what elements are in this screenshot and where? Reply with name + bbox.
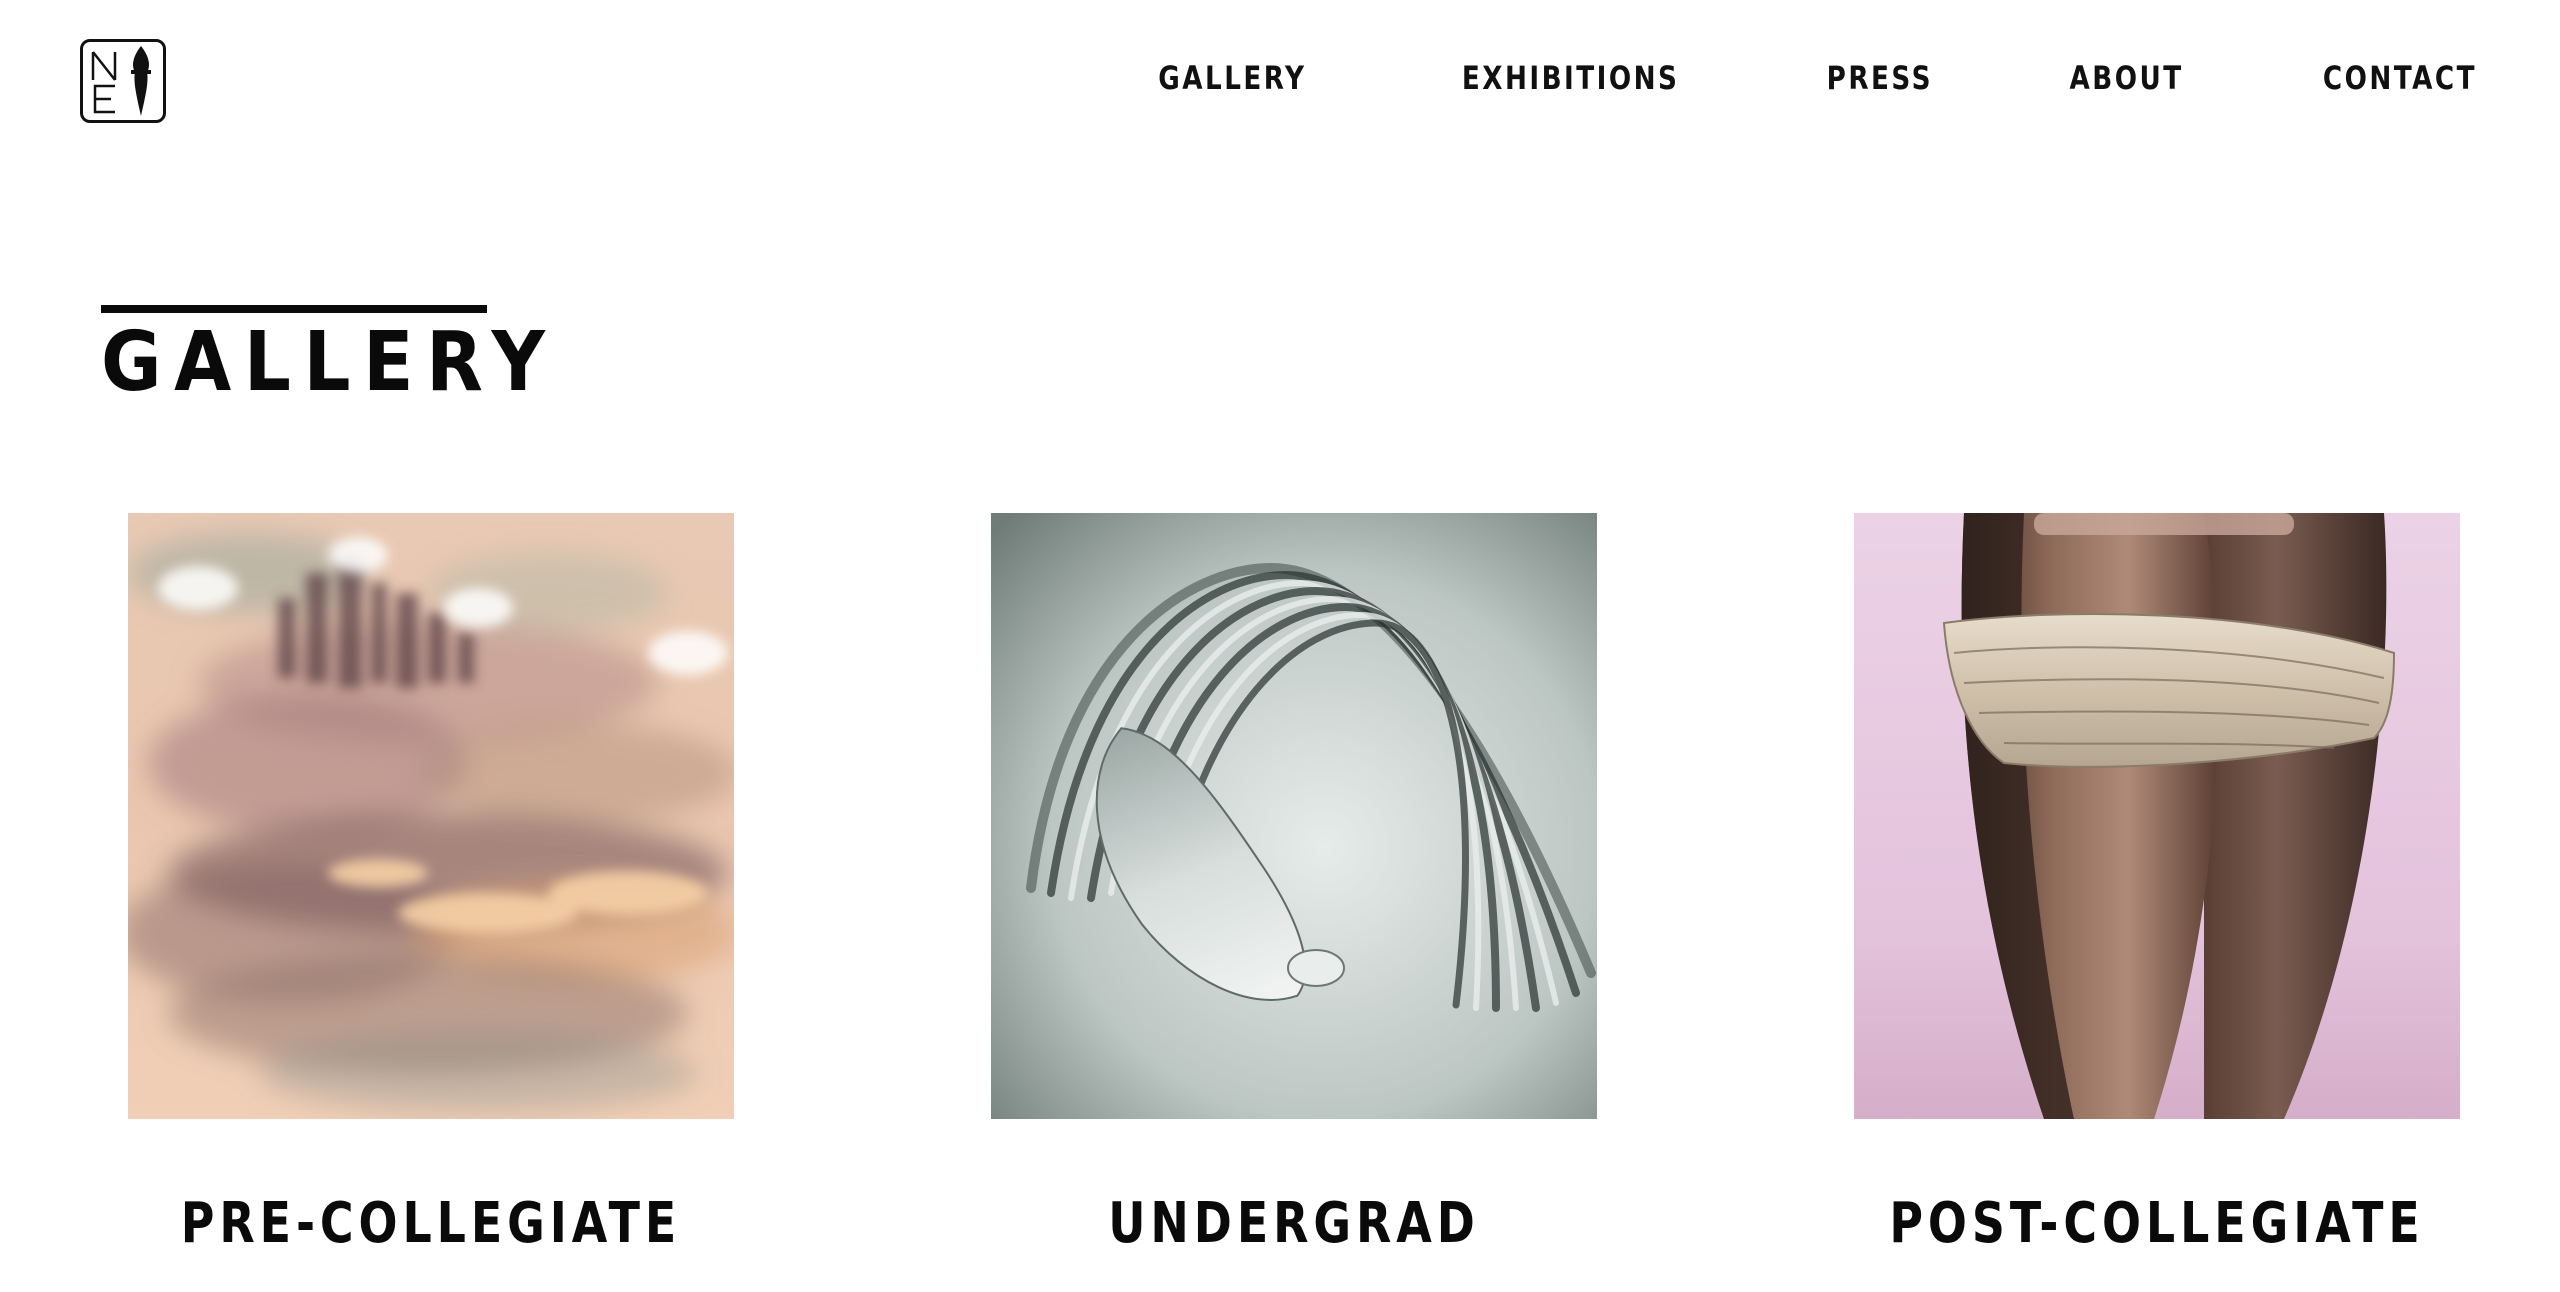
card-label-pre-collegiate[interactable]: PRE-COLLEGIATE — [133, 1189, 728, 1259]
site-header: GALLERY EXHIBITIONS PRESS ABOUT CONTACT — [0, 0, 2560, 160]
page-title: GALLERY — [101, 315, 558, 410]
card-label-post-collegiate[interactable]: POST-COLLEGIATE — [1859, 1189, 2454, 1259]
title-rule-divider — [101, 305, 487, 313]
gallery-thumb-pre-collegiate[interactable] — [128, 513, 734, 1119]
nav-contact[interactable]: CONTACT — [2323, 58, 2477, 98]
wrapped-pod-sculpture-image — [1854, 513, 2460, 1119]
gallery-card-pre-collegiate[interactable]: PRE-COLLEGIATE — [128, 513, 734, 1256]
card-label-undergrad[interactable]: UNDERGRAD — [996, 1189, 1591, 1259]
logo-link[interactable] — [80, 39, 166, 123]
page-title-section: GALLERY — [101, 305, 608, 413]
main-nav: GALLERY EXHIBITIONS PRESS ABOUT CONTACT — [1142, 58, 2494, 98]
glass-arch-sculpture-image — [991, 513, 1597, 1119]
watercolor-cityscape-image — [128, 513, 734, 1119]
nav-gallery[interactable]: GALLERY — [1159, 58, 1307, 98]
nav-about[interactable]: ABOUT — [2069, 58, 2183, 98]
gallery-thumb-undergrad[interactable] — [991, 513, 1597, 1119]
gallery-card-post-collegiate[interactable]: POST-COLLEGIATE — [1854, 513, 2460, 1256]
nav-exhibitions[interactable]: EXHIBITIONS — [1462, 58, 1680, 98]
nav-press[interactable]: PRESS — [1827, 58, 1933, 98]
ne-monogram-logo-icon — [91, 46, 151, 116]
gallery-thumb-post-collegiate[interactable] — [1854, 513, 2460, 1119]
gallery-card-undergrad[interactable]: UNDERGRAD — [991, 513, 1597, 1256]
